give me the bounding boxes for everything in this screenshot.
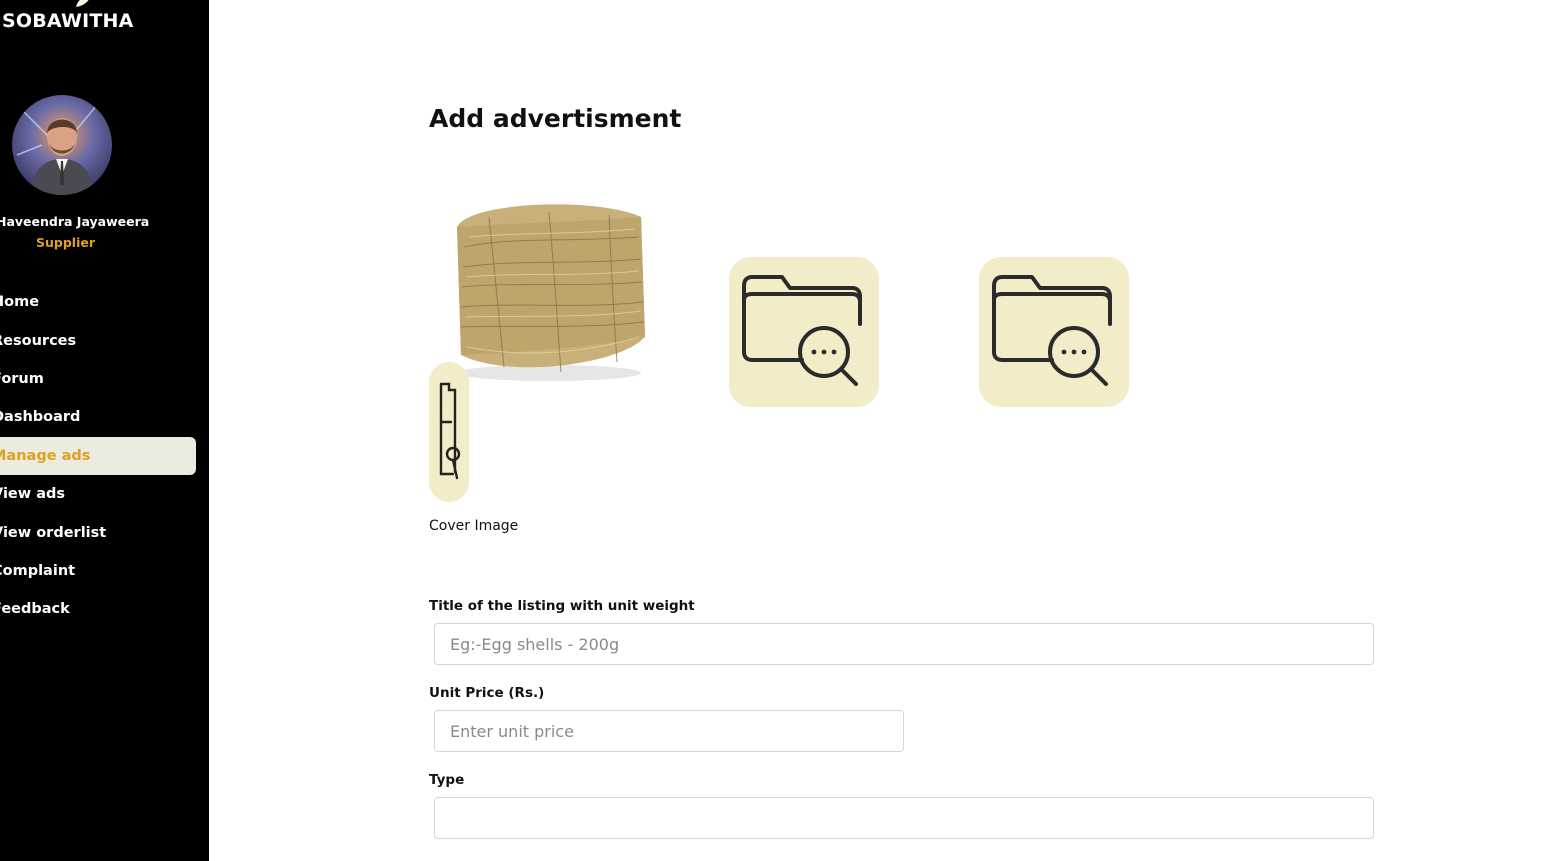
page-title: Add advertisment	[429, 104, 682, 133]
sidebar-item-label: Dashboard	[0, 409, 81, 425]
sidebar-item-label: Forum	[0, 371, 44, 387]
sidebar-item-label: View orderlist	[0, 525, 107, 541]
unit-price-input[interactable]	[434, 710, 904, 752]
user-role: Supplier	[36, 235, 96, 250]
folder-search-icon	[992, 275, 1112, 386]
sidebar-item-label: Resources	[0, 333, 77, 349]
sidebar-item-manage-ads[interactable]: Manage ads	[0, 437, 196, 475]
sidebar-item-dashboard[interactable]: Dashboard	[0, 398, 196, 436]
sidebar-item-feedback[interactable]: Feedback	[0, 590, 196, 628]
cover-image-preview[interactable]	[449, 187, 648, 386]
listing-title-input[interactable]	[434, 623, 1374, 665]
sidebar-item-view-orderlist[interactable]: View orderlist	[0, 514, 196, 552]
sidebar-item-forum[interactable]: Forum	[0, 360, 196, 398]
sidebar-item-label: Manage ads	[0, 448, 91, 464]
sidebar-item-label: Feedback	[0, 601, 70, 617]
image-upload-slot-3[interactable]	[979, 257, 1129, 407]
brand-logo[interactable]: SOBAWITHA	[2, 10, 134, 32]
sidebar-item-complaint[interactable]: Complaint	[0, 552, 196, 590]
avatar[interactable]	[12, 95, 112, 195]
cover-image-label: Cover Image	[429, 518, 519, 534]
sidebar-item-label: View ads	[0, 486, 66, 502]
unit-price-label: Unit Price (Rs.)	[429, 685, 545, 701]
cover-upload-button[interactable]	[429, 362, 469, 502]
sidebar-item-view-ads[interactable]: View ads	[0, 475, 196, 513]
user-name: Haveendra Jayaweera	[0, 214, 150, 229]
type-input[interactable]	[434, 797, 1374, 839]
folder-search-icon	[439, 382, 461, 480]
leaf-icon	[76, 0, 89, 7]
sidebar-item-home[interactable]: Home	[0, 283, 196, 321]
sidebar-item-label: Complaint	[0, 563, 76, 579]
folder-search-icon	[742, 275, 862, 386]
image-upload-slot-2[interactable]	[729, 257, 879, 407]
sidebar: SOBAWITHA Haveendra Jayaweera Supplier H…	[0, 0, 209, 861]
type-label: Type	[429, 772, 465, 788]
sidebar-item-label: Home	[0, 294, 40, 310]
sidebar-item-resources[interactable]: Resources	[0, 322, 196, 360]
listing-title-label: Title of the listing with unit weight	[429, 598, 695, 614]
